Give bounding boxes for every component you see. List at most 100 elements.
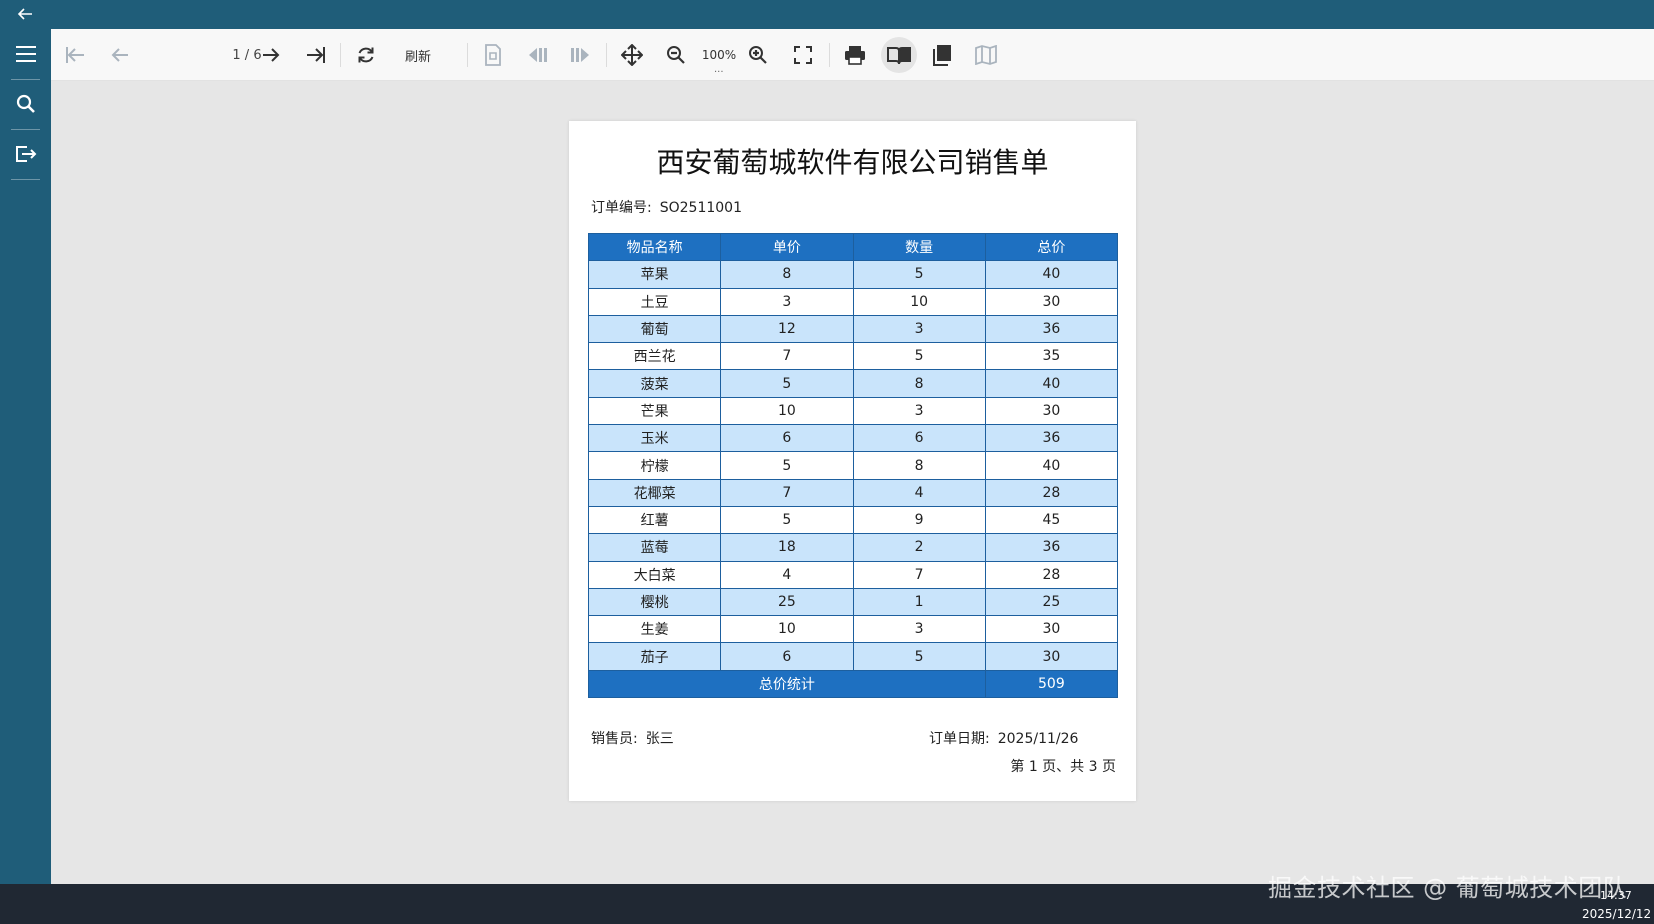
book-view-button[interactable] bbox=[881, 37, 917, 73]
order-date-value: 2025/11/26 bbox=[997, 731, 1079, 747]
unit-price-cell: 25 bbox=[720, 587, 854, 617]
total-label: 总价统计 bbox=[588, 669, 986, 699]
total-price-cell: 40 bbox=[984, 260, 1119, 289]
zoom-in-button[interactable] bbox=[740, 37, 776, 73]
fullscreen-button[interactable] bbox=[785, 37, 821, 73]
total-price-cell: 25 bbox=[984, 587, 1119, 617]
map-view-button[interactable] bbox=[968, 37, 1004, 73]
last-page-icon bbox=[307, 47, 325, 63]
item-name-cell: 玉米 bbox=[587, 424, 722, 453]
unit-price-cell: 12 bbox=[720, 314, 854, 344]
unit-price-cell: 8 bbox=[720, 260, 854, 289]
item-name-cell: 土豆 bbox=[587, 287, 722, 316]
quantity-cell: 4 bbox=[852, 478, 986, 507]
next-page-button[interactable] bbox=[253, 37, 289, 73]
unit-price-cell: 7 bbox=[720, 478, 854, 507]
taskbar-date[interactable]: 2025/12/12 bbox=[1582, 907, 1651, 921]
item-name-cell: 花椰菜 bbox=[587, 478, 722, 507]
refresh-label[interactable]: 刷新 bbox=[398, 37, 438, 73]
arrow-right-icon bbox=[263, 48, 280, 62]
total-price-cell: 36 bbox=[984, 424, 1119, 453]
unit-price-cell: 5 bbox=[720, 505, 854, 535]
quantity-cell: 3 bbox=[852, 615, 986, 644]
table-row: 柠檬 5 8 40 bbox=[587, 451, 1119, 480]
total-price-cell: 40 bbox=[984, 451, 1119, 480]
item-name-cell: 樱桃 bbox=[587, 587, 722, 617]
single-page-view-button[interactable] bbox=[475, 37, 511, 73]
quantity-cell: 8 bbox=[852, 369, 986, 398]
unit-price-cell: 10 bbox=[720, 615, 854, 644]
item-name-cell: 葡萄 bbox=[587, 314, 722, 344]
zoom-options[interactable]: ... bbox=[714, 65, 724, 75]
toolbar-divider bbox=[829, 43, 830, 67]
zoom-in-icon bbox=[749, 46, 767, 64]
watermark: 掘金技术社区 @ 葡萄城技术团队 bbox=[1268, 874, 1628, 902]
quantity-cell: 3 bbox=[852, 396, 986, 426]
sales-table: 物品名称 单价 数量 总价 苹果 8 5 40 土豆 3 10 30 葡萄 12 3 36 西兰花 7 5 3… bbox=[587, 232, 1119, 699]
pages-icon bbox=[933, 45, 951, 66]
unit-price-cell: 4 bbox=[720, 560, 854, 589]
table-row: 西兰花 7 5 35 bbox=[587, 342, 1119, 371]
unit-price-cell: 7 bbox=[720, 342, 854, 371]
table-row: 花椰菜 7 4 28 bbox=[587, 478, 1119, 507]
refresh-icon bbox=[358, 47, 374, 63]
order-number-label: 订单编号: bbox=[591, 200, 652, 216]
toolbar-divider bbox=[467, 43, 468, 67]
total-price-cell: 36 bbox=[984, 533, 1119, 562]
item-name-cell: 苹果 bbox=[587, 260, 722, 289]
quantity-cell: 9 bbox=[852, 505, 986, 535]
move-icon bbox=[621, 44, 643, 66]
arrow-left-icon bbox=[17, 8, 32, 20]
page-footer: 第 1 页、共 3 页 bbox=[1010, 759, 1116, 775]
previous-page-button[interactable] bbox=[102, 37, 138, 73]
map-icon bbox=[975, 45, 997, 65]
pan-button[interactable] bbox=[614, 37, 650, 73]
step-back-icon bbox=[529, 48, 547, 62]
continuous-back-button[interactable] bbox=[519, 37, 555, 73]
item-name-cell: 大白菜 bbox=[587, 560, 722, 589]
table-row: 茄子 6 5 30 bbox=[587, 642, 1119, 671]
item-name-cell: 柠檬 bbox=[587, 451, 722, 480]
unit-price-cell: 6 bbox=[720, 424, 854, 453]
last-page-button[interactable] bbox=[298, 37, 334, 73]
export-button[interactable] bbox=[0, 131, 51, 177]
total-value: 509 bbox=[984, 669, 1119, 699]
sidebar-divider bbox=[11, 179, 40, 180]
pages-view-button[interactable] bbox=[925, 37, 961, 73]
order-date-label: 订单日期: bbox=[929, 731, 990, 747]
taskbar-time[interactable]: 14:37 bbox=[1600, 889, 1632, 902]
column-header: 物品名称 bbox=[587, 232, 722, 262]
menu-button[interactable] bbox=[0, 31, 51, 77]
quantity-cell: 7 bbox=[852, 560, 986, 589]
table-row: 玉米 6 6 36 bbox=[587, 424, 1119, 453]
quantity-cell: 5 bbox=[852, 342, 986, 371]
zoom-out-button[interactable] bbox=[658, 37, 694, 73]
unit-price-cell: 10 bbox=[720, 396, 854, 426]
quantity-cell: 5 bbox=[852, 260, 986, 289]
continuous-forward-button[interactable] bbox=[563, 37, 599, 73]
table-row: 樱桃 25 1 25 bbox=[587, 587, 1119, 617]
print-button[interactable] bbox=[837, 37, 873, 73]
first-page-button[interactable] bbox=[57, 37, 93, 73]
order-number-value: SO2511001 bbox=[659, 200, 742, 216]
order-number: 订单编号: SO2511001 bbox=[591, 197, 742, 217]
back-button[interactable] bbox=[12, 3, 38, 25]
item-name-cell: 红薯 bbox=[587, 505, 722, 535]
item-name-cell: 蓝莓 bbox=[587, 533, 722, 562]
salesman-value: 张三 bbox=[645, 731, 674, 747]
total-price-cell: 35 bbox=[984, 342, 1119, 371]
search-button[interactable] bbox=[0, 81, 51, 127]
printer-icon bbox=[845, 46, 865, 65]
unit-price-cell: 18 bbox=[720, 533, 854, 562]
column-header: 单价 bbox=[720, 232, 854, 262]
unit-price-cell: 3 bbox=[720, 287, 854, 316]
total-price-cell: 30 bbox=[984, 287, 1119, 316]
refresh-button[interactable] bbox=[348, 37, 384, 73]
total-price-cell: 45 bbox=[984, 505, 1119, 535]
table-row: 土豆 3 10 30 bbox=[587, 287, 1119, 316]
quantity-cell: 1 bbox=[852, 587, 986, 617]
table-row: 菠菜 5 8 40 bbox=[587, 369, 1119, 398]
order-date: 订单日期: 2025/11/26 bbox=[929, 728, 1078, 748]
salesman: 销售员: 张三 bbox=[591, 728, 674, 748]
open-book-icon bbox=[887, 47, 911, 65]
